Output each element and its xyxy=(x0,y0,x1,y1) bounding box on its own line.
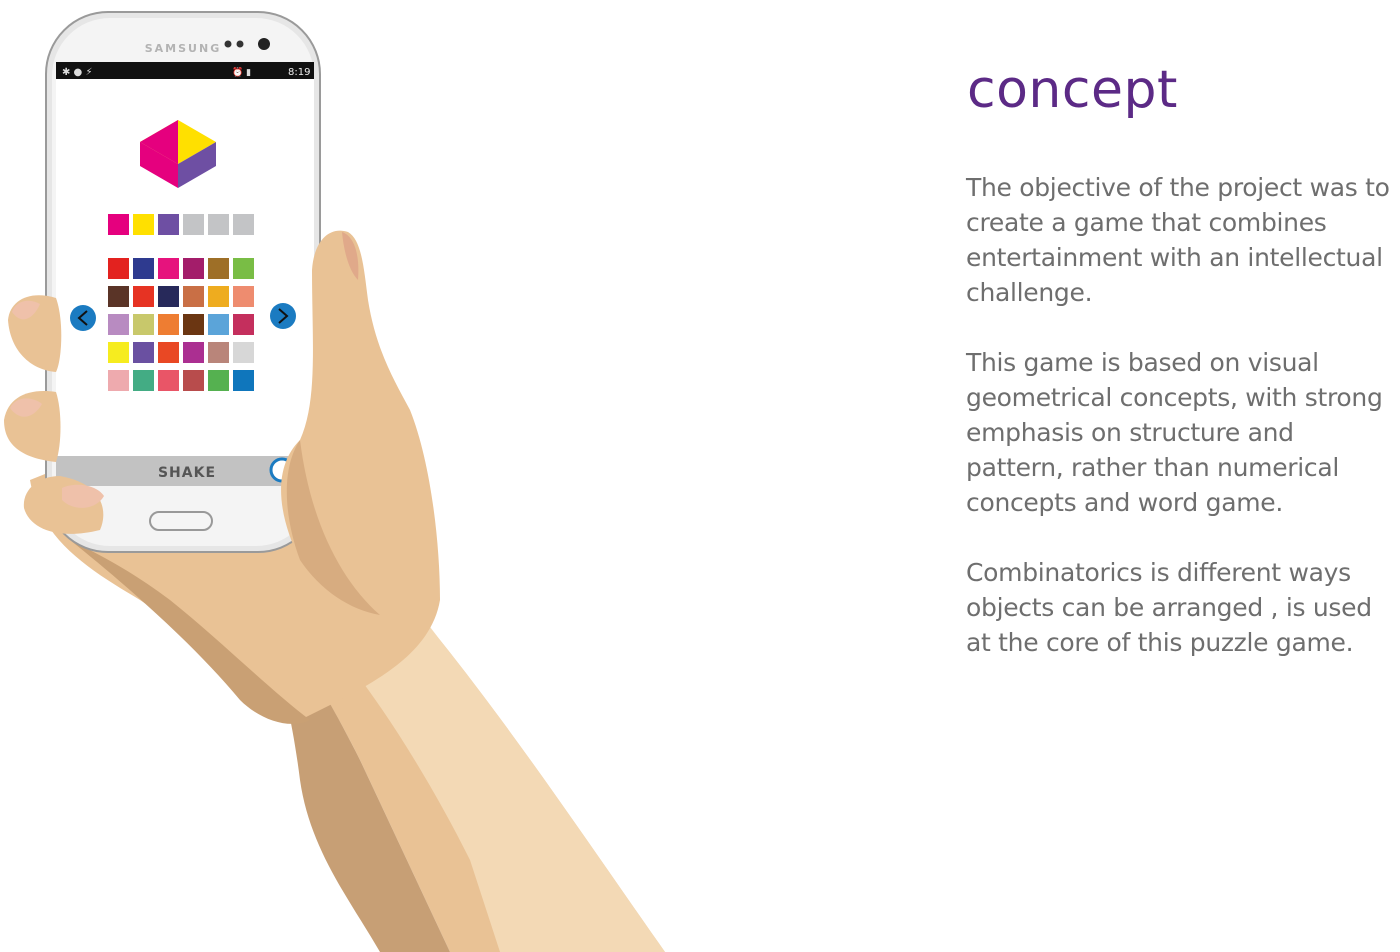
palette-color-tile[interactable] xyxy=(133,314,154,335)
palette-color-tile[interactable] xyxy=(133,258,154,279)
palette-color-tile[interactable] xyxy=(108,314,129,335)
answer-slot-empty[interactable] xyxy=(233,214,254,235)
status-bar xyxy=(56,62,314,79)
palette-color-tile[interactable] xyxy=(183,342,204,363)
palette-color-tile[interactable] xyxy=(208,286,229,307)
palette-color-tile[interactable] xyxy=(208,342,229,363)
previous-arrow-button[interactable] xyxy=(70,305,96,331)
answer-slot-empty[interactable] xyxy=(183,214,204,235)
palette-color-tile[interactable] xyxy=(233,370,254,391)
phone-brand: SAMSUNG xyxy=(145,42,221,55)
palette-color-tile[interactable] xyxy=(183,370,204,391)
palette-color-tile[interactable] xyxy=(183,314,204,335)
next-arrow-button[interactable] xyxy=(270,303,296,329)
front-camera xyxy=(258,38,270,50)
section-title: concept xyxy=(967,60,1178,120)
home-button[interactable] xyxy=(149,511,213,531)
shake-button[interactable]: SHAKE xyxy=(158,465,216,481)
palette-color-tile[interactable] xyxy=(158,370,179,391)
palette-color-tile[interactable] xyxy=(133,370,154,391)
answer-slot-empty[interactable] xyxy=(208,214,229,235)
palette-color-tile[interactable] xyxy=(183,286,204,307)
status-icons-left: ✱ ● ⚡ xyxy=(62,67,92,78)
paragraph-objective: The objective of the project was to crea… xyxy=(966,173,1390,307)
palette-color-tile[interactable] xyxy=(208,370,229,391)
palette-color-tile[interactable] xyxy=(133,286,154,307)
answer-slot-filled[interactable] xyxy=(108,214,129,235)
palette-color-tile[interactable] xyxy=(108,370,129,391)
paragraph-combinatorics: Combinatorics is different ways objects … xyxy=(966,558,1372,657)
sensor-dot xyxy=(236,40,244,48)
status-icons-right: ⏰ ▮ xyxy=(232,66,251,78)
palette-color-tile[interactable] xyxy=(108,342,129,363)
palette-color-tile[interactable] xyxy=(233,258,254,279)
palette-color-tile[interactable] xyxy=(158,286,179,307)
palette-color-tile[interactable] xyxy=(183,258,204,279)
answer-slot-filled[interactable] xyxy=(158,214,179,235)
answer-slot-filled[interactable] xyxy=(133,214,154,235)
palette-color-tile[interactable] xyxy=(208,258,229,279)
palette-color-tile[interactable] xyxy=(158,258,179,279)
palette-color-tile[interactable] xyxy=(233,286,254,307)
status-time: 8:19 xyxy=(288,67,310,78)
palette-color-tile[interactable] xyxy=(158,314,179,335)
palette-color-tile[interactable] xyxy=(133,342,154,363)
hand-holding-phone-illustration: SAMSUNG ✱ ● ⚡ ⏰ ▮ 8:19 SHAKE xyxy=(4,11,665,952)
palette-color-tile[interactable] xyxy=(208,314,229,335)
palette-color-tile[interactable] xyxy=(108,286,129,307)
palette-color-tile[interactable] xyxy=(233,314,254,335)
concept-description: The objective of the project was to crea… xyxy=(966,170,1396,695)
palette-color-tile[interactable] xyxy=(233,342,254,363)
palette-color-tile[interactable] xyxy=(158,342,179,363)
sensor-dot xyxy=(224,40,232,48)
paragraph-geometry: This game is based on visual geometrical… xyxy=(966,348,1383,517)
palette-color-tile[interactable] xyxy=(108,258,129,279)
